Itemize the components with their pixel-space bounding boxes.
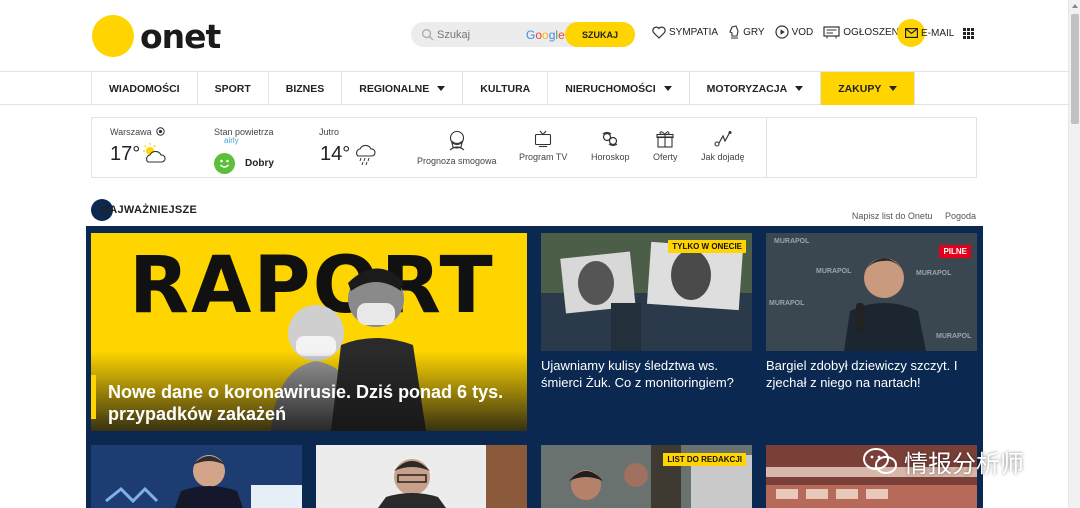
tool-route-planner[interactable]: Jak dojadę — [701, 130, 745, 162]
chevron-down-icon — [437, 86, 446, 91]
story-card-5[interactable]: LIST DO REDAKCJI — [541, 445, 752, 508]
page-scrollbar[interactable] — [1068, 0, 1080, 508]
search-bar: Google SZUKAJ — [411, 22, 635, 47]
hero-title[interactable]: Nowe dane o koronawirusie. Dziś ponad 6 … — [108, 381, 508, 425]
air-quality-label: Stan powietrza — [214, 127, 274, 137]
play-circle-icon — [774, 25, 789, 39]
location-icon — [156, 127, 165, 136]
sponsor-logo-text: MURAPOL — [816, 268, 852, 275]
story-card-4[interactable] — [316, 445, 527, 508]
top-header: onet Google SZUKAJ SYMPATIA GRY VOD OGŁO… — [0, 0, 1068, 72]
search-icon — [422, 29, 434, 41]
story-card-1[interactable]: TYLKO W ONECIE — [541, 233, 752, 351]
link-sympatia[interactable]: SYMPATIA — [652, 26, 718, 39]
link-sympatia-label: SYMPATIA — [669, 26, 719, 38]
smiley-icon — [214, 153, 235, 174]
sun-cloud-icon — [143, 143, 166, 163]
link-vod-label: VOD — [791, 26, 814, 38]
search-button[interactable]: SZUKAJ — [565, 22, 635, 47]
nav-item-kultura[interactable]: KULTURA — [462, 72, 547, 105]
chess-knight-icon — [729, 25, 739, 39]
nav-item-motoryzacja[interactable]: MOTORYZACJA — [688, 72, 821, 105]
nav-item-zakupy[interactable]: ZAKUPY — [820, 72, 916, 105]
nav-item-biznes[interactable]: BIZNES — [267, 72, 342, 105]
email-label: E-MAIL — [921, 27, 955, 39]
tomorrow-label: Jutro — [319, 127, 340, 137]
chevron-down-icon — [663, 86, 672, 91]
watermark-text: 情报分析师 — [904, 451, 1024, 478]
chevron-down-icon — [889, 86, 898, 91]
heart-icon — [652, 26, 666, 39]
nav-item-regionalne[interactable]: REGIONALNE — [341, 72, 462, 105]
logo-dot — [92, 15, 134, 57]
airly-logo: airly — [224, 136, 239, 145]
link-gry[interactable]: GRY — [728, 25, 765, 39]
story-title-2[interactable]: Bargiel zdobył dziewiczy szczyt. I zjech… — [766, 357, 977, 391]
sponsor-logo-text: MURAPOL — [936, 333, 972, 340]
wechat-icon — [863, 447, 897, 474]
envelope-icon — [904, 28, 918, 38]
temperature-tomorrow: 14° — [320, 143, 351, 165]
onet-logo[interactable]: onet — [92, 15, 221, 57]
nav-item-wiadomosci[interactable]: WIADOMOŚCI — [91, 72, 197, 105]
link-vod[interactable]: VOD — [774, 25, 814, 39]
chevron-down-icon — [795, 86, 804, 91]
story-image-4 — [316, 445, 527, 508]
tool-offers[interactable]: Oferty — [653, 130, 678, 162]
sponsor-logo-text: MURAPOL — [769, 300, 805, 307]
story-image-3 — [91, 445, 302, 508]
link-gry-label: GRY — [743, 26, 765, 38]
scroll-up-arrow[interactable] — [1072, 4, 1078, 8]
temperature-today: 17° — [110, 143, 141, 165]
hero-story[interactable]: RAPORT Nowe dane o koronawirusie. Dziś p… — [91, 233, 527, 431]
apps-grid-icon[interactable] — [963, 28, 974, 39]
service-widgets: Warszawa 17° Stan powietrza airly Dobry … — [91, 117, 977, 178]
google-label: Google — [526, 28, 565, 42]
story-tag: PILNE — [939, 245, 971, 258]
tool-smog-forecast[interactable]: Prognoza smogowa — [417, 130, 497, 166]
scroll-thumb[interactable] — [1071, 14, 1079, 124]
sponsor-logo-text: MURAPOL — [774, 238, 810, 245]
weather-city[interactable]: Warszawa — [110, 127, 165, 137]
link-ogloszenia[interactable]: OGŁOSZENIA — [823, 25, 908, 39]
story-card-2[interactable]: MURAPOL MURAPOL MURAPOL MURAPOL MURAPOL PILN… — [766, 233, 977, 351]
wechat-watermark: 情报分析师 — [862, 444, 1024, 479]
story-card-3[interactable] — [91, 445, 302, 508]
route-icon — [714, 131, 732, 147]
email-link[interactable]: E-MAIL — [897, 19, 954, 47]
air-quality-status: Dobry — [245, 158, 274, 169]
rain-cloud-icon — [356, 144, 376, 166]
story-title-1[interactable]: Ujawniamy kulisy śledztwa ws. śmierci Żu… — [541, 357, 752, 391]
section-links: Napisz list do Onetu Pogoda — [852, 211, 976, 221]
main-nav: WIADOMOŚCI SPORT BIZNES REGIONALNE KULTU… — [0, 72, 1068, 105]
nav-item-nieruchomosci[interactable]: NIERUCHOMOŚCI — [547, 72, 688, 105]
ads-board-icon — [823, 25, 840, 38]
tool-horoscope[interactable]: Horoskop — [591, 130, 630, 162]
logo-text: onet — [140, 16, 221, 56]
tool-tv-program[interactable]: Program TV — [519, 130, 567, 162]
smog-mask-icon — [449, 130, 465, 151]
hero-accent-bar — [91, 375, 96, 419]
sponsor-logo-text: MURAPOL — [916, 270, 952, 277]
top-stories-panel: RAPORT Nowe dane o koronawirusie. Dziś p… — [86, 226, 983, 508]
tv-icon — [535, 130, 552, 148]
zodiac-icon — [602, 131, 618, 147]
nav-item-sport[interactable]: SPORT — [196, 72, 268, 105]
story-tag: LIST DO REDAKCJI — [663, 453, 746, 466]
widget-divider — [766, 118, 767, 177]
section-title: NAJWAŻNIEJSZE — [101, 204, 198, 216]
link-weather[interactable]: Pogoda — [945, 211, 976, 221]
search-input[interactable] — [437, 25, 527, 44]
top-links: SYMPATIA GRY VOD OGŁOSZENIA — [652, 25, 918, 39]
story-tag: TYLKO W ONECIE — [668, 240, 746, 253]
link-write-to-onet[interactable]: Napisz list do Onetu — [852, 211, 933, 221]
gift-icon — [656, 131, 674, 148]
